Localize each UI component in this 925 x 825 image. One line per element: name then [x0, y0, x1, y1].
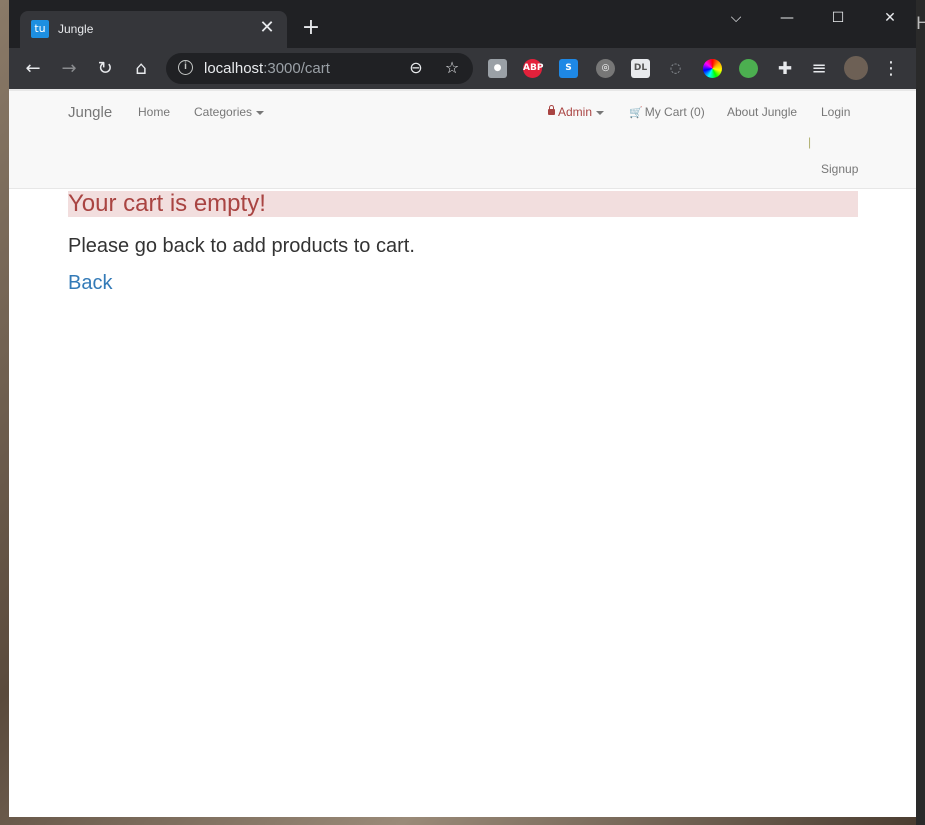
- extension-s-icon[interactable]: S: [559, 59, 578, 78]
- url-text[interactable]: localhost:3000/cart: [204, 60, 330, 77]
- browser-window: tu Jungle ✕ + ⌵ — ☐ ✕ ← → ↻ ⌂ i localhos…: [9, 0, 916, 817]
- zoom-icon[interactable]: ⊖: [405, 57, 427, 79]
- extension-icon-1[interactable]: ●: [488, 59, 507, 78]
- lock-icon: [548, 104, 555, 115]
- extension-mouse-icon[interactable]: ◌: [666, 59, 685, 78]
- profile-avatar[interactable]: [844, 56, 868, 80]
- url-path: :3000/cart: [263, 60, 330, 77]
- nav-divider: |: [808, 135, 812, 149]
- adblock-plus-icon[interactable]: ABP: [523, 59, 543, 78]
- desktop-edge: H: [916, 0, 925, 825]
- nav-categories-dropdown[interactable]: Categories: [194, 105, 265, 119]
- nav-signup-link[interactable]: Signup: [821, 162, 858, 176]
- tab-jungle[interactable]: tu Jungle ✕: [20, 11, 287, 48]
- minimize-button[interactable]: —: [767, 6, 807, 30]
- zoom-dl-icon[interactable]: DL: [631, 59, 650, 78]
- navbar-brand[interactable]: Jungle: [68, 104, 112, 121]
- empty-cart-message: Please go back to add products to cart.: [68, 235, 415, 257]
- new-tab-button[interactable]: +: [299, 16, 323, 40]
- extension-circle-icon[interactable]: ◎: [596, 59, 615, 78]
- browser-toolbar: ← → ↻ ⌂ i localhost:3000/cart ⊖ ☆ ● ABP …: [9, 48, 916, 89]
- tab-title: Jungle: [58, 22, 94, 36]
- nav-admin-dropdown[interactable]: Admin: [548, 104, 605, 119]
- frog-icon[interactable]: [739, 59, 758, 78]
- shopping-cart-icon: 🛒: [629, 106, 643, 119]
- color-wheel-icon[interactable]: [703, 59, 722, 78]
- tab-close-icon[interactable]: ✕: [257, 18, 277, 38]
- back-link[interactable]: Back: [68, 272, 112, 295]
- caret-down-icon: [256, 110, 265, 115]
- tab-search-button[interactable]: ⌵: [716, 6, 756, 30]
- site-navbar: Jungle Home Categories Admin 🛒 My Cart (0…: [9, 89, 916, 189]
- maximize-button[interactable]: ☐: [818, 6, 858, 30]
- nav-cart-label: My Cart (0): [644, 105, 705, 119]
- forward-arrow-icon[interactable]: →: [56, 56, 82, 82]
- nav-about-link[interactable]: About Jungle: [727, 105, 797, 119]
- back-arrow-icon[interactable]: ←: [20, 56, 46, 82]
- nav-cart-link[interactable]: 🛒 My Cart (0): [629, 105, 705, 119]
- caret-down-icon: [596, 110, 605, 115]
- nav-login-link[interactable]: Login: [821, 105, 850, 119]
- extensions-puzzle-icon[interactable]: ✚: [772, 56, 798, 82]
- nav-admin-label: Admin: [558, 105, 593, 119]
- nav-home-link[interactable]: Home: [138, 105, 170, 119]
- browser-menu-icon[interactable]: ⋮: [878, 56, 904, 82]
- bookmark-star-icon[interactable]: ☆: [441, 57, 463, 79]
- tab-strip: tu Jungle ✕ + ⌵ — ☐ ✕: [9, 0, 916, 48]
- url-host: localhost: [204, 60, 264, 77]
- address-bar[interactable]: i localhost:3000/cart ⊖ ☆: [166, 53, 473, 84]
- home-icon[interactable]: ⌂: [128, 56, 154, 82]
- media-control-icon[interactable]: ≡: [806, 56, 832, 82]
- nav-categories-label: Categories: [194, 105, 253, 119]
- close-window-button[interactable]: ✕: [870, 6, 910, 30]
- reload-icon[interactable]: ↻: [92, 56, 118, 82]
- background-window-glyph: H: [916, 14, 925, 34]
- favicon-icon: tu: [31, 20, 49, 38]
- page-content: Jungle Home Categories Admin 🛒 My Cart (0…: [9, 89, 916, 817]
- empty-cart-alert: Your cart is empty!: [68, 191, 858, 217]
- site-info-icon[interactable]: i: [178, 60, 193, 75]
